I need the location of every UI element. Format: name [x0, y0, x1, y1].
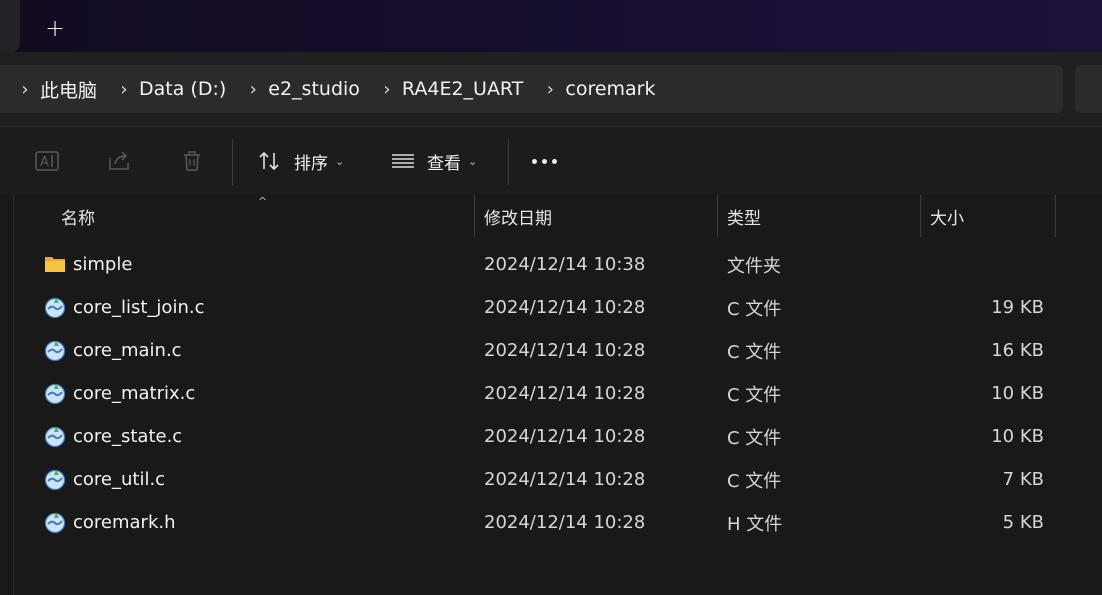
view-label: 查看 — [427, 153, 461, 174]
file-date: 2024/12/14 10:28 — [484, 469, 646, 490]
column-header-date[interactable]: 修改日期 — [484, 195, 552, 237]
c-source-file-icon — [44, 339, 66, 362]
more-icon — [532, 158, 557, 164]
file-size: 10 KB — [991, 383, 1044, 404]
view-button[interactable]: 查看 ⌄ — [389, 147, 477, 175]
file-name: core_list_join.c — [73, 297, 205, 318]
file-date: 2024/12/14 10:28 — [484, 297, 646, 318]
address-bar-row: › 此电脑 › Data (D:) › e2_studio › RA4E2_UA… — [0, 52, 1102, 126]
file-row-coremark-h[interactable]: coremark.h 2024/12/14 10:28 H 文件 5 KB — [0, 501, 1102, 544]
file-type: C 文件 — [727, 384, 782, 406]
file-name: coremark.h — [73, 512, 176, 533]
column-header-type[interactable]: 类型 — [727, 195, 761, 237]
chevron-right-icon[interactable]: › — [543, 79, 557, 100]
column-header-name[interactable]: 名称 — [61, 195, 95, 237]
column-resize-handle[interactable] — [920, 195, 921, 237]
delete-button[interactable] — [178, 147, 206, 175]
file-name: core_matrix.c — [73, 383, 196, 404]
breadcrumb-item-this-pc[interactable]: 此电脑 — [40, 76, 97, 103]
folder-icon — [44, 253, 66, 275]
file-list-pane: ^ 名称 修改日期 类型 大小 simple 2024/12/14 10:38 … — [0, 195, 1102, 595]
file-type: C 文件 — [727, 298, 782, 320]
chevron-down-icon: ⌄ — [335, 154, 345, 168]
file-type: 文件夹 — [727, 255, 781, 277]
file-type: H 文件 — [727, 513, 783, 535]
file-row-core-main[interactable]: core_main.c 2024/12/14 10:28 C 文件 16 KB — [0, 329, 1102, 372]
chevron-right-icon[interactable]: › — [18, 79, 32, 100]
file-size: 10 KB — [991, 426, 1044, 447]
rename-button[interactable]: A — [34, 147, 62, 175]
file-row-core-matrix[interactable]: core_matrix.c 2024/12/14 10:28 C 文件 10 K… — [0, 372, 1102, 415]
title-bar: + — [0, 0, 1102, 52]
file-size: 7 KB — [1002, 469, 1044, 490]
c-source-file-icon — [44, 382, 66, 405]
c-source-file-icon — [44, 468, 66, 491]
header-file-icon — [44, 511, 66, 534]
column-resize-handle[interactable] — [474, 195, 475, 237]
file-type: C 文件 — [727, 341, 782, 363]
breadcrumb-item-data-drive[interactable]: Data (D:) — [139, 78, 226, 100]
svg-text:A: A — [40, 155, 49, 170]
sort-ascending-icon: ^ — [258, 195, 268, 208]
column-resize-handle[interactable] — [717, 195, 718, 237]
file-date: 2024/12/14 10:28 — [484, 512, 646, 533]
share-icon — [106, 147, 134, 175]
sort-button[interactable]: 排序 ⌄ — [256, 147, 344, 175]
view-list-icon — [389, 147, 417, 175]
c-source-file-icon — [44, 296, 66, 319]
breadcrumb-item-ra4e2-uart[interactable]: RA4E2_UART — [402, 78, 523, 100]
file-row-simple[interactable]: simple 2024/12/14 10:38 文件夹 — [0, 243, 1102, 286]
chevron-right-icon[interactable]: › — [117, 79, 131, 100]
command-bar: A 排序 ⌄ 查看 ⌄ — [0, 126, 1102, 196]
column-header-size[interactable]: 大小 — [930, 195, 964, 237]
toolbar-divider — [508, 139, 509, 185]
column-headers: ^ 名称 修改日期 类型 大小 — [0, 195, 1102, 237]
new-tab-button[interactable]: + — [38, 12, 72, 44]
file-name: core_state.c — [73, 426, 183, 447]
file-name: core_main.c — [73, 340, 182, 361]
chevron-down-icon: ⌄ — [468, 154, 478, 168]
c-source-file-icon — [44, 425, 66, 448]
file-size: 5 KB — [1002, 512, 1044, 533]
more-options-button[interactable] — [532, 147, 557, 175]
chevron-right-icon[interactable]: › — [380, 79, 394, 100]
file-name: simple — [73, 254, 133, 275]
sort-icon — [256, 147, 284, 175]
file-size: 16 KB — [991, 340, 1044, 361]
search-box[interactable] — [1075, 65, 1102, 113]
trash-icon — [178, 147, 206, 175]
file-date: 2024/12/14 10:38 — [484, 254, 646, 275]
sort-label: 排序 — [294, 153, 328, 174]
breadcrumb[interactable]: › 此电脑 › Data (D:) › e2_studio › RA4E2_UA… — [0, 65, 1063, 113]
file-row-core-state[interactable]: core_state.c 2024/12/14 10:28 C 文件 10 KB — [0, 415, 1102, 458]
file-date: 2024/12/14 10:28 — [484, 340, 646, 361]
breadcrumb-item-e2-studio[interactable]: e2_studio — [268, 78, 360, 100]
file-type: C 文件 — [727, 427, 782, 449]
rename-icon: A — [34, 147, 62, 175]
chevron-right-icon[interactable]: › — [246, 79, 260, 100]
file-date: 2024/12/14 10:28 — [484, 383, 646, 404]
file-row-core-util[interactable]: core_util.c 2024/12/14 10:28 C 文件 7 KB — [0, 458, 1102, 501]
file-size — [930, 243, 1044, 286]
file-row-core-list-join[interactable]: core_list_join.c 2024/12/14 10:28 C 文件 1… — [0, 286, 1102, 329]
toolbar-divider — [232, 139, 233, 185]
active-tab-edge[interactable] — [0, 0, 20, 52]
share-button[interactable] — [106, 147, 134, 175]
file-date: 2024/12/14 10:28 — [484, 426, 646, 447]
file-size: 19 KB — [991, 297, 1044, 318]
plus-icon: + — [44, 14, 66, 42]
column-resize-handle[interactable] — [1055, 195, 1056, 237]
file-type: C 文件 — [727, 470, 782, 492]
breadcrumb-item-coremark[interactable]: coremark — [565, 78, 655, 100]
file-name: core_util.c — [73, 469, 166, 490]
